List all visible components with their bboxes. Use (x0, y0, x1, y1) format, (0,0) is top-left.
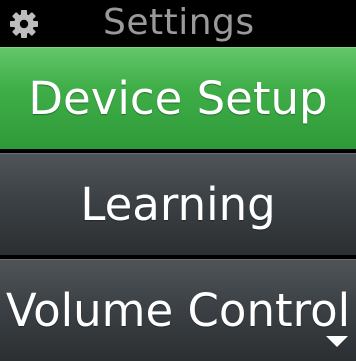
menu-item-label: Volume Control (5, 284, 351, 337)
settings-screen: Settings Device Setup Learning Volume Co… (0, 0, 356, 361)
menu-item-learning[interactable]: Learning (0, 153, 356, 255)
menu-item-device-setup[interactable]: Device Setup (0, 47, 356, 149)
gear-icon (10, 10, 38, 38)
screen-header: Settings (0, 0, 356, 47)
chevron-down-icon[interactable] (326, 336, 348, 347)
menu-item-volume-control[interactable]: Volume Control (0, 259, 356, 361)
menu-item-label: Device Setup (28, 72, 328, 125)
menu-item-label: Learning (80, 178, 276, 231)
page-title: Settings (103, 2, 255, 43)
